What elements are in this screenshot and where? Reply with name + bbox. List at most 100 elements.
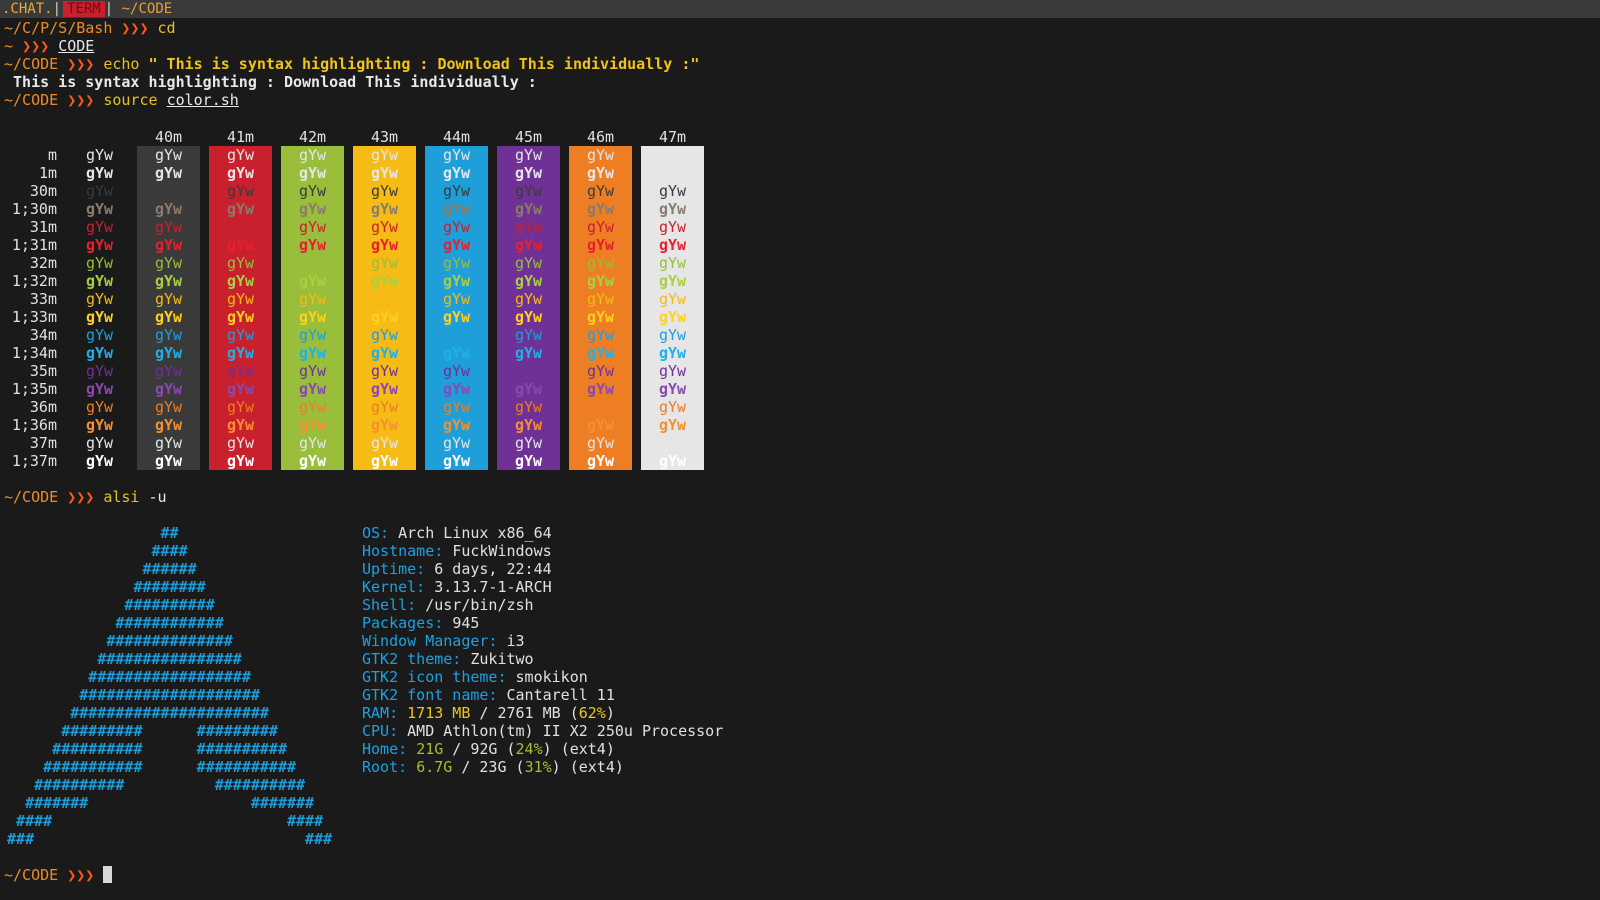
info-value: smokikon	[515, 668, 588, 686]
color-sample-cell: gYw	[298, 200, 327, 218]
color-sample-cell: gYw	[658, 398, 687, 416]
prompt-path: ~/CODE	[4, 866, 59, 884]
fg-row-label: 31m	[29, 218, 57, 236]
color-sample-cell: gYw	[442, 362, 471, 380]
tab-term[interactable]: TERM	[63, 1, 105, 17]
color-sample-cell: gYw	[226, 362, 255, 380]
color-sample-cell: gYw	[514, 182, 543, 200]
tab-separator: |	[52, 1, 62, 17]
color-sample-cell: gYw	[514, 434, 543, 452]
logo-line: ######### #########	[0, 722, 278, 740]
color-sample-cell: gYw	[586, 416, 615, 434]
color-sample-cell: gYw	[298, 236, 327, 254]
ram-pct: 62%	[578, 704, 606, 722]
color-sample-cell: gYw	[370, 362, 399, 380]
color-sample-cell: gYw	[514, 326, 543, 344]
logo-line: ########## ##########	[0, 776, 306, 794]
prompt-arrows: ❯❯❯	[67, 488, 95, 506]
fg-row-label: 1;35m	[11, 380, 57, 398]
color-sample-cell: gYw	[298, 380, 327, 398]
color-sample-cell: gYw	[154, 416, 183, 434]
color-sample-cell: gYw	[298, 398, 327, 416]
color-sample-cell: gYw	[154, 326, 183, 344]
color-sample-cell: gYw	[226, 434, 255, 452]
fg-row-label: 1;30m	[11, 200, 57, 218]
color-sample-cell: gYw	[85, 344, 114, 362]
color-sample-cell: gYw	[298, 362, 327, 380]
info-key: CPU:	[362, 722, 399, 740]
info-value: 945	[452, 614, 480, 632]
info-row-home: Home: 21G / 92G (24%) (ext4)	[362, 740, 615, 758]
color-sample-cell: gYw	[514, 272, 543, 290]
info-key: Home:	[362, 740, 408, 758]
bg-header: 47m	[658, 128, 687, 146]
color-sample-cell: gYw	[226, 182, 255, 200]
prompt-arrows: ❯❯❯	[121, 19, 149, 37]
color-sample-cell: gYw	[442, 218, 471, 236]
color-sample-cell: gYw	[514, 254, 543, 272]
color-sample-cell: gYw	[298, 344, 327, 362]
color-sample-cell: gYw	[85, 182, 114, 200]
color-sample-cell: gYw	[514, 380, 543, 398]
color-sample-cell: gYw	[154, 380, 183, 398]
color-sample-cell: gYw	[154, 290, 183, 308]
color-sample-cell: gYw	[154, 254, 183, 272]
color-sample-cell: gYw	[85, 218, 114, 236]
color-sample-cell: gYw	[298, 254, 327, 272]
info-row-root: Root: 6.7G / 23G (31%) (ext4)	[362, 758, 624, 776]
color-sample-cell: gYw	[658, 380, 687, 398]
color-sample-cell: gYw	[226, 254, 255, 272]
top-status-bar: .CHAT.| TERM | ~/CODE	[0, 0, 1600, 18]
color-sample-cell: gYw	[370, 236, 399, 254]
color-sample-cell: gYw	[370, 182, 399, 200]
info-row-cpu: CPU: AMD Athlon(tm) II X2 250u Processor	[362, 722, 723, 740]
color-sample-cell: gYw	[226, 344, 255, 362]
logo-line: ##########	[0, 596, 215, 614]
command-argument: " This is syntax highlighting : Download…	[148, 55, 700, 73]
home-used: 21G	[416, 740, 444, 758]
color-sample-cell: gYw	[514, 362, 543, 380]
bg-header: 44m	[442, 128, 471, 146]
color-sample-cell: gYw	[226, 380, 255, 398]
color-sample-cell: gYw	[658, 200, 687, 218]
color-sample-cell: gYw	[154, 182, 183, 200]
color-sample-cell: gYw	[85, 164, 114, 182]
color-sample-cell: gYw	[442, 308, 471, 326]
root-pct: 31%	[524, 758, 552, 776]
fg-row-label: 1;31m	[11, 236, 57, 254]
prompt-arrows: ❯❯❯	[67, 866, 95, 884]
color-sample-cell: gYw	[658, 146, 687, 164]
tab-chat[interactable]: .CHAT.	[0, 1, 53, 17]
info-row: Uptime: 6 days, 22:44	[362, 560, 552, 578]
info-row: Kernel: 3.13.7-1-ARCH	[362, 578, 552, 596]
terminal-cursor[interactable]	[103, 866, 113, 883]
info-value: Zukitwo	[470, 650, 534, 668]
info-row: Shell: /usr/bin/zsh	[362, 596, 534, 614]
color-sample-cell: gYw	[442, 326, 471, 344]
color-sample-cell: gYw	[370, 146, 399, 164]
info-key: GTK2 theme:	[362, 650, 462, 668]
logo-line: ####################	[0, 686, 260, 704]
color-sample-cell: gYw	[226, 326, 255, 344]
bg-header: 40m	[154, 128, 183, 146]
terminal-line-2: ~ ❯❯❯ CODE	[4, 37, 94, 55]
color-sample-cell: gYw	[658, 416, 687, 434]
color-sample-cell: gYw	[370, 272, 399, 290]
color-sample-cell: gYw	[586, 236, 615, 254]
color-sample-cell: gYw	[442, 200, 471, 218]
color-sample-cell: gYw	[370, 452, 399, 470]
logo-line: ####	[0, 542, 188, 560]
bg-header: 46m	[586, 128, 615, 146]
color-sample-cell: gYw	[658, 182, 687, 200]
color-sample-cell: gYw	[154, 200, 183, 218]
color-sample-cell: gYw	[85, 326, 114, 344]
prompt-path: ~/CODE	[4, 55, 59, 73]
color-sample-cell: gYw	[370, 200, 399, 218]
root-fs: (ext4)	[569, 758, 624, 776]
color-sample-cell: gYw	[298, 434, 327, 452]
info-key: OS:	[362, 524, 390, 542]
info-key: Root:	[362, 758, 408, 776]
color-sample-cell: gYw	[658, 218, 687, 236]
ram-total: 2761 MB	[497, 704, 561, 722]
color-sample-cell: gYw	[370, 326, 399, 344]
